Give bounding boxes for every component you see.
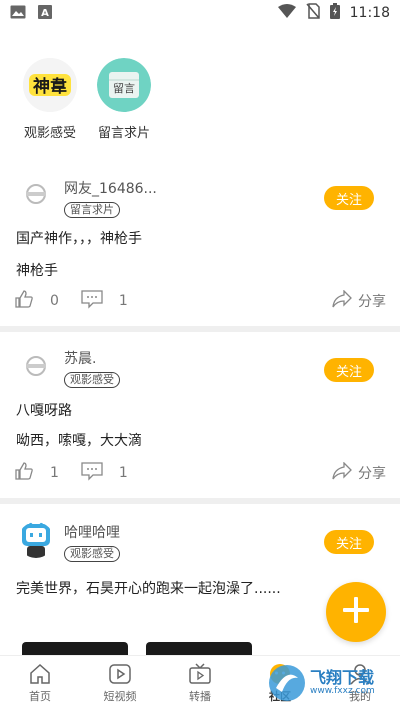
svg-text:神韋: 神韋 — [33, 76, 67, 97]
bilibili-avatar-icon[interactable] — [18, 522, 54, 558]
share-button[interactable]: 分享 — [332, 461, 386, 484]
post-text: 八嘎呀路 — [16, 403, 72, 419]
like-button[interactable]: 1 — [14, 461, 59, 485]
nav-item-broadcast[interactable]: 转播 — [160, 656, 240, 711]
follow-button[interactable]: 关注 — [324, 186, 374, 210]
plus-icon — [341, 595, 371, 629]
post-text-secondary: 神枪手 — [16, 263, 58, 279]
nav-label: 首页 — [29, 690, 51, 703]
notebook-icon: 留言 — [97, 58, 151, 112]
post-text-secondary: 呦西，嗦嘎，大大滴 — [16, 433, 142, 449]
tv-play-icon — [189, 663, 211, 685]
username[interactable]: 哈哩哈哩 — [64, 522, 120, 542]
status-bar: A 11:18 — [0, 0, 400, 26]
comment-count: 1 — [118, 293, 128, 309]
category-label: 观影感受 — [23, 126, 76, 141]
comment-count: 1 — [118, 465, 128, 481]
username[interactable]: 网友_16486... — [64, 178, 157, 198]
username[interactable]: 苏晨. — [64, 348, 96, 368]
follow-button[interactable]: 关注 — [324, 358, 374, 382]
video-thumbnail[interactable] — [22, 642, 128, 656]
post-text: 完美世界，石昊开心的跑来一起泡澡了...... — [16, 581, 281, 597]
post-text: 国产神作，，，神枪手 — [16, 231, 142, 247]
watermark-sub: www.fxxz.com — [310, 685, 375, 696]
share-icon — [332, 461, 352, 484]
no-sim-icon — [306, 3, 320, 23]
avatar[interactable] — [18, 176, 54, 212]
post-tag[interactable]: 观影感受 — [64, 372, 120, 388]
like-count: 1 — [50, 465, 59, 481]
home-icon — [29, 663, 51, 685]
post-card: 网友_16486... 留言求片 关注 国产神作，，，神枪手 神枪手 0 1 分… — [0, 160, 400, 326]
a-badge-icon: A — [38, 4, 52, 23]
post-tag[interactable]: 观影感受 — [64, 546, 120, 562]
post-card: 苏晨. 观影感受 关注 八嘎呀路 呦西，嗦嘎，大大滴 1 1 分享 — [0, 332, 400, 498]
like-count: 0 — [50, 293, 59, 309]
watermark-logo: 飞翔下载 www.fxxz.com — [268, 662, 400, 704]
like-button[interactable]: 0 — [14, 289, 59, 313]
share-label: 分享 — [358, 466, 386, 482]
share-button[interactable]: 分享 — [332, 289, 386, 312]
add-post-button[interactable] — [326, 582, 386, 642]
category-item-feelings[interactable]: 神韋 观影感受 — [20, 58, 80, 148]
post-actions: 0 1 分享 — [14, 289, 386, 313]
category-label: 留言求片 — [97, 126, 150, 141]
thumbs-up-icon — [14, 461, 34, 485]
post-actions: 1 1 分享 — [14, 461, 386, 485]
battery-icon — [329, 3, 340, 23]
nav-label: 短视频 — [103, 690, 137, 703]
comment-button[interactable]: 1 — [81, 289, 128, 313]
nav-label: 转播 — [189, 690, 211, 703]
svg-text:A: A — [41, 8, 49, 19]
share-icon — [332, 289, 352, 312]
svg-text:留言: 留言 — [113, 82, 135, 95]
nav-item-short-video[interactable]: 短视频 — [80, 656, 160, 711]
post-tag[interactable]: 留言求片 — [64, 202, 120, 218]
comment-icon — [81, 289, 103, 313]
video-thumbnail[interactable] — [146, 642, 252, 656]
comment-button[interactable]: 1 — [81, 461, 128, 485]
status-time: 11:18 — [349, 5, 390, 21]
image-icon — [10, 4, 26, 23]
follow-button[interactable]: 关注 — [324, 530, 374, 554]
share-label: 分享 — [358, 294, 386, 310]
nav-item-home[interactable]: 首页 — [0, 656, 80, 711]
avatar[interactable] — [18, 348, 54, 384]
wifi-icon — [277, 4, 296, 22]
shen-zhang-icon: 神韋 — [23, 58, 77, 112]
play-square-icon — [109, 663, 131, 685]
thumbs-up-icon — [14, 289, 34, 313]
watermark-text: 飞翔下载 — [310, 668, 375, 688]
category-row: 神韋 观影感受 留言 留言求片 — [0, 58, 400, 148]
comment-icon — [81, 461, 103, 485]
category-item-request[interactable]: 留言 留言求片 — [94, 58, 154, 148]
